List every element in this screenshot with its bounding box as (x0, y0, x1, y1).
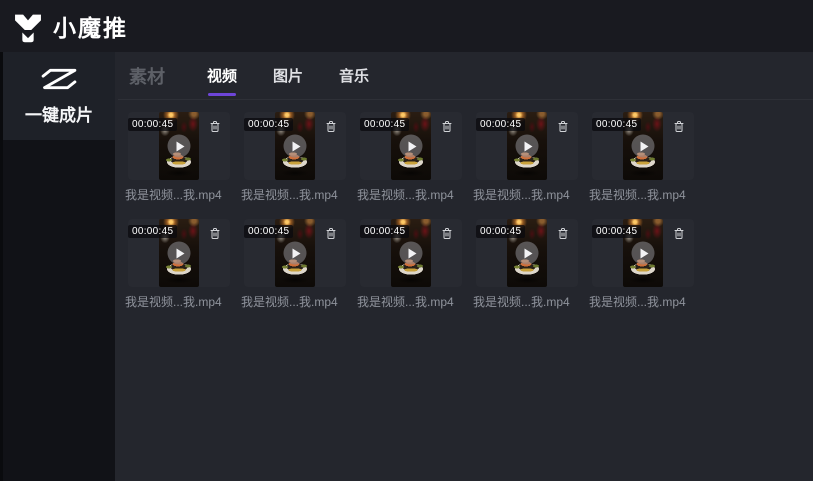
video-item[interactable]: 00:00:45 我是视频...我.mp4 (128, 112, 230, 203)
video-item[interactable]: 00:00:45 我是视频...我.mp4 (360, 112, 462, 203)
video-filename: 我是视频...我.mp4 (589, 293, 694, 310)
video-filename: 我是视频...我.mp4 (125, 186, 230, 203)
video-filename: 我是视频...我.mp4 (473, 293, 578, 310)
material-tab[interactable]: 图片 (273, 61, 303, 90)
duration-badge: 00:00:45 (360, 225, 409, 238)
video-item[interactable]: 00:00:45 我是视频...我.mp4 (592, 112, 694, 203)
app-title: 小魔推 (53, 9, 128, 43)
trash-icon[interactable] (324, 226, 338, 240)
video-card[interactable]: 00:00:45 (244, 219, 346, 287)
play-icon[interactable] (284, 242, 307, 265)
material-panel: 素材 视频 图片 音乐 (115, 52, 813, 481)
trash-icon[interactable] (324, 119, 338, 133)
duration-badge: 00:00:45 (244, 225, 293, 238)
trash-icon[interactable] (208, 226, 222, 240)
trash-icon[interactable] (556, 226, 570, 240)
video-item[interactable]: 00:00:45 我是视频...我.mp4 (128, 219, 230, 310)
panel-title: 素材 (129, 63, 165, 89)
video-card[interactable]: 00:00:45 (244, 112, 346, 180)
video-filename: 我是视频...我.mp4 (357, 186, 462, 203)
trash-icon[interactable] (208, 119, 222, 133)
video-item[interactable]: 00:00:45 我是视频...我.mp4 (360, 219, 462, 310)
sidebar: 一键成片 (0, 52, 115, 481)
play-icon[interactable] (168, 135, 191, 158)
sidebar-item-one-click-video[interactable]: 一键成片 (3, 52, 115, 140)
material-tabs: 视频 图片 音乐 (207, 61, 405, 90)
video-filename: 我是视频...我.mp4 (241, 293, 346, 310)
duration-badge: 00:00:45 (592, 118, 641, 131)
video-card[interactable]: 00:00:45 (128, 219, 230, 287)
app-body: 一键成片 素材 视频 图片 音乐 (0, 52, 813, 481)
app-window: 小魔推 一键成片 素材 视频 (0, 0, 813, 481)
trash-icon[interactable] (440, 226, 454, 240)
play-icon[interactable] (632, 242, 655, 265)
video-item[interactable]: 00:00:45 我是视频...我.mp4 (476, 112, 578, 203)
video-card[interactable]: 00:00:45 (360, 219, 462, 287)
play-icon[interactable] (168, 242, 191, 265)
capcut-icon (39, 66, 79, 92)
duration-badge: 00:00:45 (476, 118, 525, 131)
video-filename: 我是视频...我.mp4 (589, 186, 694, 203)
video-filename: 我是视频...我.mp4 (241, 186, 346, 203)
material-tabbar: 素材 视频 图片 音乐 (115, 52, 813, 99)
play-icon[interactable] (516, 242, 539, 265)
duration-badge: 00:00:45 (128, 118, 177, 131)
video-card[interactable]: 00:00:45 (592, 219, 694, 287)
video-card[interactable]: 00:00:45 (476, 112, 578, 180)
duration-badge: 00:00:45 (592, 225, 641, 238)
video-filename: 我是视频...我.mp4 (125, 293, 230, 310)
play-icon[interactable] (284, 135, 307, 158)
trash-icon[interactable] (440, 119, 454, 133)
material-tab[interactable]: 视频 (207, 61, 237, 90)
duration-badge: 00:00:45 (128, 225, 177, 238)
topbar: 小魔推 (0, 0, 813, 52)
trash-icon[interactable] (672, 119, 686, 133)
trash-icon[interactable] (672, 226, 686, 240)
video-filename: 我是视频...我.mp4 (473, 186, 578, 203)
duration-badge: 00:00:45 (360, 118, 409, 131)
video-filename: 我是视频...我.mp4 (357, 293, 462, 310)
video-card[interactable]: 00:00:45 (128, 112, 230, 180)
video-card[interactable]: 00:00:45 (476, 219, 578, 287)
video-grid: 00:00:45 我是视频...我.mp4 (115, 100, 813, 481)
video-item[interactable]: 00:00:45 我是视频...我.mp4 (244, 219, 346, 310)
video-item[interactable]: 00:00:45 我是视频...我.mp4 (244, 112, 346, 203)
video-item[interactable]: 00:00:45 我是视频...我.mp4 (476, 219, 578, 310)
play-icon[interactable] (516, 135, 539, 158)
video-card[interactable]: 00:00:45 (360, 112, 462, 180)
material-tab[interactable]: 音乐 (339, 61, 369, 90)
video-card[interactable]: 00:00:45 (592, 112, 694, 180)
sidebar-item-label: 一键成片 (25, 101, 93, 126)
play-icon[interactable] (400, 135, 423, 158)
play-icon[interactable] (400, 242, 423, 265)
duration-badge: 00:00:45 (476, 225, 525, 238)
bull-logo-icon (11, 7, 45, 45)
trash-icon[interactable] (556, 119, 570, 133)
play-icon[interactable] (632, 135, 655, 158)
video-item[interactable]: 00:00:45 我是视频...我.mp4 (592, 219, 694, 310)
duration-badge: 00:00:45 (244, 118, 293, 131)
